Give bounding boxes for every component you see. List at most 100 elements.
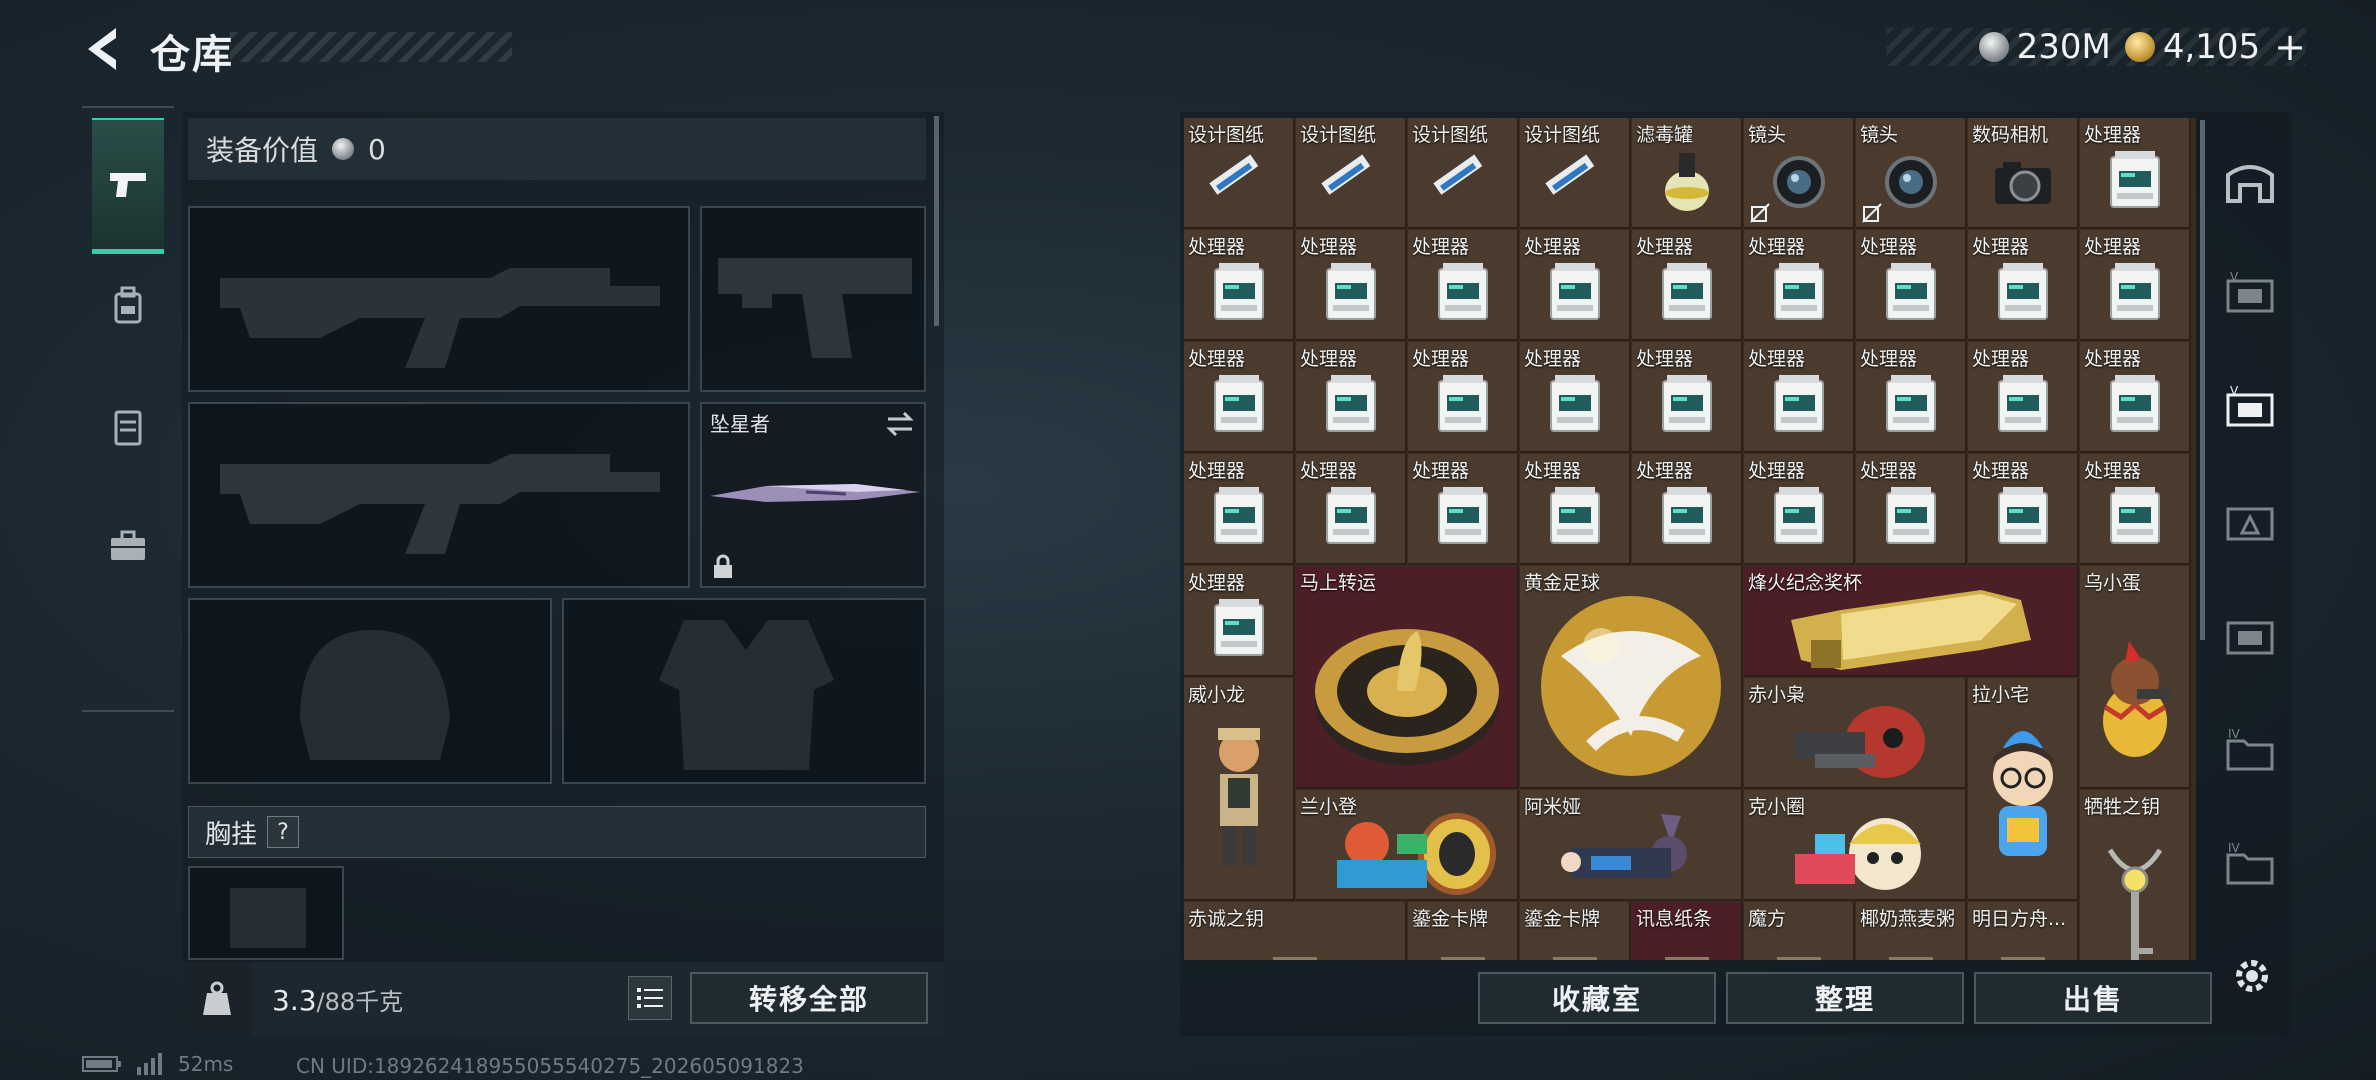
inventory-item-processor[interactable]: 处理器 [2080, 342, 2191, 453]
item-name: 处理器 [1524, 460, 1582, 482]
inventory-item-processor[interactable]: 处理器 [2080, 118, 2191, 229]
silver-amount: 230M [2016, 27, 2111, 67]
inventory-item-processor[interactable]: 处理器 [1744, 454, 1855, 565]
tab-storage-v2[interactable] [2218, 604, 2282, 668]
helmet-slot[interactable] [188, 598, 552, 784]
storage-grid: 设计图纸 设计图纸 设计图纸 设计图纸 滤毒罐 镜头 镜头 数码相机 处理器 处理器 处理器 处理器处… [1184, 118, 2196, 960]
inventory-item-processor[interactable]: 处理器 [1968, 230, 2079, 341]
gold-amount: 4,105 [2162, 27, 2261, 67]
inventory-item-processor[interactable]: 处理器 [1856, 230, 1967, 341]
tab-toolbox[interactable] [92, 478, 164, 614]
add-currency-button[interactable]: + [2274, 25, 2306, 69]
inventory-item-processor[interactable]: 处理器 [1632, 342, 1743, 453]
inventory-item-bottom[interactable]: 鎏金卡牌 [1520, 902, 1631, 960]
inventory-item-nerd-figure[interactable]: 拉小宅 [1968, 678, 2079, 901]
chest-rig-slot[interactable] [188, 866, 344, 960]
processor-icon [1520, 252, 1629, 335]
inventory-item-processor[interactable]: 处理器 [1408, 454, 1519, 565]
tab-chest-rig[interactable] [92, 358, 164, 494]
inventory-item-processor[interactable]: 处理器 [1408, 342, 1519, 453]
back-button[interactable] [80, 24, 124, 74]
inventory-item-blueprint[interactable]: 设计图纸 [1296, 118, 1407, 229]
inventory-item-processor[interactable]: 处理器 [1856, 454, 1967, 565]
inventory-item-processor[interactable]: 处理器 [2080, 454, 2191, 565]
storage-scrollbar[interactable] [2200, 120, 2205, 640]
inventory-item-processor[interactable]: 处理器 [1520, 342, 1631, 453]
inventory-item-processor[interactable]: 处理器 [1296, 230, 1407, 341]
chest-rig-header: 胸挂 ? [188, 806, 926, 858]
inventory-item-processor[interactable]: 处理器 [1408, 230, 1519, 341]
vault-button[interactable]: 收藏室 [1478, 972, 1716, 1024]
armor-slot[interactable] [562, 598, 926, 784]
inventory-item-ke-figure[interactable]: 克小圈 [1744, 790, 1967, 901]
pistol-slot[interactable] [700, 206, 926, 392]
inventory-item-bottom[interactable]: 赤诚之钥 [1184, 902, 1407, 960]
inventory-item-blueprint[interactable]: 设计图纸 [1520, 118, 1631, 229]
swap-icon[interactable] [884, 410, 916, 438]
inventory-item-blueprint[interactable]: 设计图纸 [1408, 118, 1519, 229]
inventory-item-processor[interactable]: 处理器 [1520, 454, 1631, 565]
folder-iv-icon: IV [2226, 841, 2274, 885]
no-sell-icon [1750, 203, 1770, 223]
equipment-scrollbar[interactable] [934, 116, 939, 326]
inventory-item-processor[interactable]: 处理器 [1184, 342, 1295, 453]
inventory-item-bottom[interactable]: 椰奶燕麦粥 [1856, 902, 1967, 960]
inventory-item-lan-figure[interactable]: 兰小登 [1296, 790, 1519, 901]
inventory-item-processor[interactable]: 处理器 [1856, 342, 1967, 453]
inventory-item-processor[interactable]: 处理器 [1968, 342, 2079, 453]
tab-weapons[interactable] [92, 118, 164, 254]
inventory-item-bottom[interactable]: 明日方舟... [1968, 902, 2079, 960]
sort-button[interactable]: 整理 [1726, 972, 1964, 1024]
inventory-item-processor[interactable]: 处理器 [1296, 342, 1407, 453]
inventory-item-filter[interactable]: 滤毒罐 [1632, 118, 1743, 229]
inventory-item-processor[interactable]: 处理器 [1744, 342, 1855, 453]
tab-storage-iv2[interactable]: IV [2218, 832, 2282, 896]
inventory-item-trophy[interactable]: 烽火纪念奖杯 [1744, 566, 2079, 677]
cabinet-v-icon: V [2226, 385, 2274, 427]
inventory-item-amiya-figure[interactable]: 阿米娅 [1520, 790, 1743, 901]
inventory-item-fortune-plate[interactable]: 马上转运 [1296, 566, 1519, 789]
sell-button[interactable]: 出售 [1974, 972, 2212, 1024]
chest-rig-label: 胸挂 [205, 819, 258, 850]
item-name: 处理器 [2084, 236, 2142, 258]
inventory-item-lens[interactable]: 镜头 [1856, 118, 1967, 229]
inventory-item-processor[interactable]: 处理器 [1632, 230, 1743, 341]
primary-weapon-slot-1[interactable] [188, 206, 690, 392]
inventory-item-key[interactable]: 牺牲之钥 [2080, 790, 2191, 960]
inventory-item-owl-figure[interactable]: 赤小枭 [1744, 678, 1967, 789]
inventory-item-gold-ball[interactable]: 黄金足球 [1520, 566, 1743, 789]
settings-button[interactable] [2224, 948, 2280, 1004]
cabinet-g-icon [2226, 507, 2274, 541]
inventory-item-processor[interactable]: 处理器 [2080, 230, 2191, 341]
help-button[interactable]: ? [267, 816, 300, 848]
inventory-item-blueprint[interactable]: 设计图纸 [1184, 118, 1295, 229]
item-name: 处理器 [1860, 236, 1918, 258]
inventory-item-bottom[interactable]: 讯息纸条 [1632, 902, 1743, 960]
primary-weapon-slot-2[interactable] [188, 402, 690, 588]
inventory-item-processor[interactable]: 处理器 [1184, 454, 1295, 565]
tab-storage-iv[interactable]: IV [2218, 718, 2282, 782]
inventory-item-processor[interactable]: 处理器 [1296, 454, 1407, 565]
rifle-silhouette-icon [220, 268, 660, 368]
inventory-item-camera[interactable]: 数码相机 [1968, 118, 2079, 229]
item-name: 处理器 [1636, 236, 1694, 258]
tab-storage-g[interactable] [2218, 490, 2282, 554]
tab-storage-v[interactable]: V [2218, 262, 2282, 326]
tab-storage-home[interactable] [2218, 148, 2282, 212]
inventory-item-soldier-figure[interactable]: 威小龙 [1184, 678, 1295, 901]
inventory-item-egg-figure[interactable]: 乌小蛋 [2080, 566, 2191, 789]
inventory-item-processor[interactable]: 处理器 [1632, 454, 1743, 565]
inventory-item-processor[interactable]: 处理器 [1184, 566, 1295, 677]
list-view-button[interactable] [628, 976, 672, 1020]
inventory-item-bottom[interactable]: 魔方 [1744, 902, 1855, 960]
inventory-item-lens[interactable]: 镜头 [1744, 118, 1855, 229]
melee-slot[interactable]: 坠星者 [700, 402, 926, 588]
inventory-item-processor[interactable]: 处理器 [1184, 230, 1295, 341]
tab-storage-v-active[interactable]: V [2218, 376, 2282, 440]
inventory-item-processor[interactable]: 处理器 [1968, 454, 2079, 565]
inventory-item-bottom[interactable]: 鎏金卡牌 [1408, 902, 1519, 960]
inventory-item-processor[interactable]: 处理器 [1520, 230, 1631, 341]
inventory-item-processor[interactable]: 处理器 [1744, 230, 1855, 341]
transfer-all-button[interactable]: 转移全部 [690, 972, 928, 1024]
tab-backpack[interactable] [92, 238, 164, 374]
